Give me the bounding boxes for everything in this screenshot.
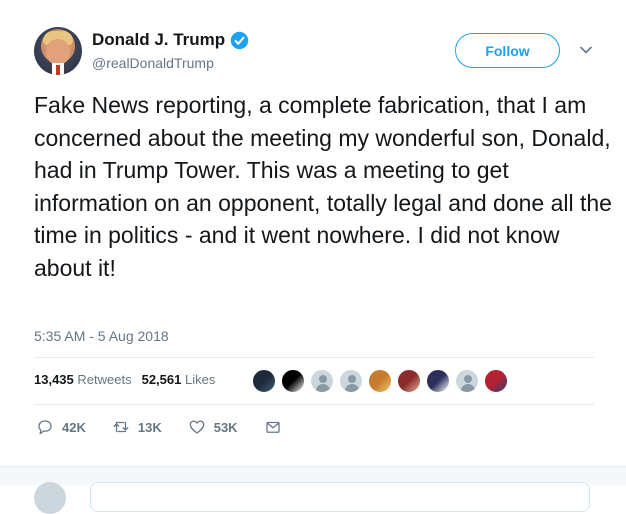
heart-icon (189, 420, 205, 434)
tweet-actions: 42K 13K 53K (36, 418, 316, 436)
liker-avatar[interactable] (368, 369, 392, 393)
liker-avatar[interactable] (455, 369, 479, 393)
liker-avatar[interactable] (281, 369, 305, 393)
retweet-icon (113, 421, 129, 433)
reply-button[interactable]: 42K (36, 418, 86, 436)
viewer-avatar (34, 482, 66, 514)
liker-avatar[interactable] (339, 369, 363, 393)
envelope-icon (265, 421, 280, 433)
tweet-text: Fake News reporting, a complete fabricat… (34, 92, 612, 281)
reply-icon (38, 420, 52, 435)
retweet-count: 13K (137, 419, 162, 435)
liker-avatar[interactable] (426, 369, 450, 393)
retweets-label: Retweets (77, 372, 132, 387)
liker-avatar[interactable] (484, 369, 508, 393)
reply-footer (0, 466, 626, 514)
likes-label: Likes (184, 372, 216, 387)
author-name-row[interactable]: Donald J. Trump (92, 30, 249, 50)
tweet-card: Donald J. Trump @realDonaldTrump Follow … (0, 0, 626, 466)
divider-top (34, 357, 594, 358)
liker-avatar[interactable] (397, 369, 421, 393)
reply-count: 42K (62, 419, 86, 435)
retweets-count: 13,435 (34, 372, 74, 387)
reply-input[interactable] (90, 482, 590, 512)
avatar-tie (56, 65, 60, 75)
tweet-stats: 13,435 Retweets 52,561 Likes (34, 372, 225, 387)
divider-bottom (34, 404, 594, 405)
like-count: 53K (213, 419, 238, 435)
author-handle[interactable]: @realDonaldTrump (92, 55, 214, 71)
chevron-down-icon[interactable] (579, 43, 593, 57)
retweet-button[interactable]: 13K (112, 418, 162, 436)
tweet-timestamp[interactable]: 5:35 AM - 5 Aug 2018 (34, 328, 169, 344)
liker-avatar[interactable] (252, 369, 276, 393)
likes-stat[interactable]: 52,561 Likes (142, 372, 216, 387)
author-name[interactable]: Donald J. Trump (92, 30, 225, 50)
direct-message-button[interactable] (264, 418, 290, 436)
avatar-face (46, 39, 70, 65)
retweets-stat[interactable]: 13,435 Retweets (34, 372, 132, 387)
like-button[interactable]: 53K (188, 418, 238, 436)
liker-avatar[interactable] (310, 369, 334, 393)
verified-badge-icon (230, 31, 249, 49)
liker-avatars (252, 369, 513, 393)
author-avatar[interactable] (34, 27, 82, 75)
likes-count: 52,561 (141, 372, 182, 387)
follow-button[interactable]: Follow (455, 33, 560, 68)
